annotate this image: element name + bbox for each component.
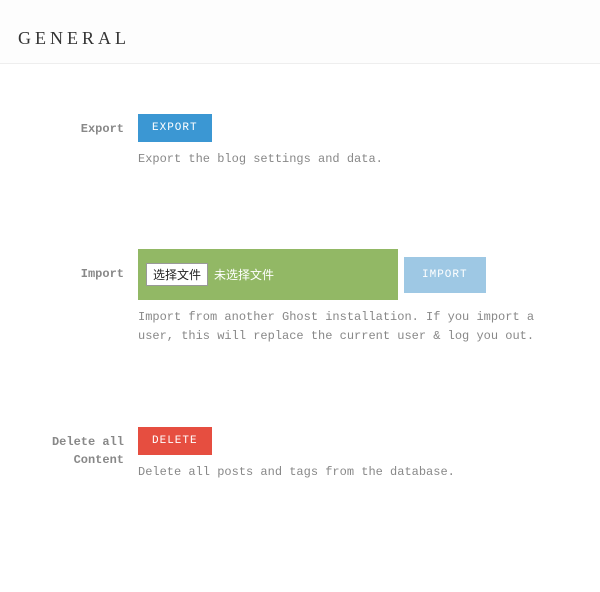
settings-content: Export EXPORT Export the blog settings a… [0, 64, 600, 542]
page-header: GENERAL [0, 0, 600, 64]
delete-row: Delete all Content DELETE Delete all pos… [28, 427, 572, 482]
export-row: Export EXPORT Export the blog settings a… [28, 114, 572, 169]
delete-button[interactable]: DELETE [138, 427, 212, 455]
delete-label: Delete all Content [28, 427, 138, 469]
delete-field: DELETE Delete all posts and tags from th… [138, 427, 572, 482]
export-help: Export the blog settings and data. [138, 150, 572, 169]
file-choose-button[interactable]: 选择文件 [146, 263, 208, 286]
delete-help: Delete all posts and tags from the datab… [138, 463, 572, 482]
import-row: Import 选择文件 未选择文件 IMPORT Import from ano… [28, 249, 572, 346]
export-label: Export [28, 114, 138, 138]
page-title: GENERAL [18, 28, 582, 49]
export-button[interactable]: EXPORT [138, 114, 212, 142]
import-help: Import from another Ghost installation. … [138, 308, 572, 346]
file-status-text: 未选择文件 [214, 266, 274, 283]
file-input[interactable]: 选择文件 未选择文件 [146, 263, 274, 286]
import-controls: 选择文件 未选择文件 IMPORT [138, 249, 572, 300]
import-button[interactable]: IMPORT [404, 257, 486, 293]
import-label: Import [28, 249, 138, 283]
file-upload-wrap: 选择文件 未选择文件 [138, 249, 398, 300]
export-field: EXPORT Export the blog settings and data… [138, 114, 572, 169]
import-field: 选择文件 未选择文件 IMPORT Import from another Gh… [138, 249, 572, 346]
